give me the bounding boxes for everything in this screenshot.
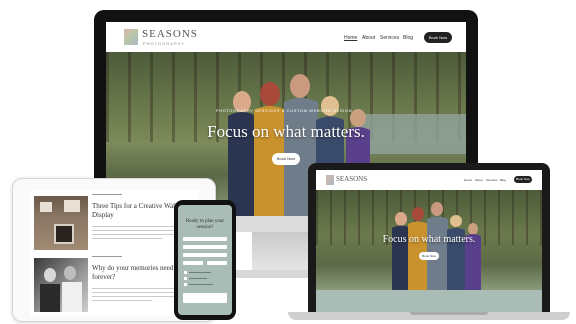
phone-name-field[interactable] [183, 237, 227, 241]
laptop-hero: Focus on what matters. Book Now [316, 190, 542, 290]
phone-time-field[interactable] [207, 261, 227, 265]
laptop-nav-blog[interactable]: Blog [500, 178, 506, 182]
phone-checkbox-label [189, 284, 213, 285]
phone-screen: Ready to plan your session? [178, 205, 232, 315]
phone-date-field[interactable] [183, 261, 203, 265]
phone-checkbox[interactable] [184, 283, 187, 286]
laptop-screen: SEASONS Home About Services Blog Book No… [316, 170, 542, 312]
phone-phone-field[interactable] [183, 253, 227, 257]
book-now-nav-button[interactable]: Book Now [424, 32, 452, 43]
laptop-brand[interactable]: SEASONS [336, 175, 367, 183]
wall-frame-2 [64, 200, 80, 212]
laptop-sage-band [316, 290, 542, 312]
laptop-nav-about[interactable]: About [475, 178, 483, 182]
wall-frame-1 [40, 202, 52, 212]
phone-checkbox[interactable] [184, 277, 187, 280]
nav-about[interactable]: About [362, 35, 375, 41]
person-body-shape [40, 284, 60, 312]
phone-message-field[interactable] [183, 293, 227, 303]
laptop-hero-title: Focus on what matters. [382, 234, 476, 245]
brand-logo[interactable]: SEASONS [142, 28, 198, 40]
post2-text-line [92, 292, 184, 293]
person-body-shape [62, 282, 82, 312]
person-head-shape [64, 266, 76, 280]
laptop-hero-button[interactable]: Book Now [419, 252, 439, 260]
laptop-notch [410, 312, 488, 315]
site-header: SEASONS PHOTOGRAPHY Home About Services … [106, 22, 466, 52]
phone-checkbox-label [189, 272, 211, 273]
laptop-nav-home[interactable]: Home [464, 178, 472, 182]
laptop-logo-icon [326, 175, 334, 185]
hero-title: Focus on what matters. [207, 122, 365, 141]
post2-text-line [92, 300, 152, 301]
person-head-shape [44, 268, 56, 282]
tablet-screen: Three Tips for a Creative Wall Display W… [30, 190, 198, 316]
post1-text-line [92, 230, 186, 231]
brand-sub: PHOTOGRAPHY [143, 41, 186, 46]
fireplace-photo [34, 196, 88, 250]
phone-checkbox[interactable] [184, 271, 187, 274]
logo-mark-icon [124, 29, 138, 45]
hero-book-now-button[interactable]: Book Now [272, 153, 300, 165]
phone-email-field[interactable] [183, 245, 227, 249]
hero-eyebrow: PHOTOGRAPHY SERVICES & CUSTOM WEBSITE DE… [215, 108, 353, 113]
nav-blog[interactable]: Blog [403, 35, 413, 41]
post2-category [92, 256, 122, 257]
nav-home[interactable]: Home [344, 35, 357, 41]
laptop-book-now-button[interactable]: Book Now [514, 176, 532, 183]
vintage-couple-photo [34, 258, 88, 312]
phone-checkbox-label [189, 278, 207, 279]
post1-text-line [92, 238, 162, 239]
post1-category [92, 194, 122, 195]
nav-services[interactable]: Services [380, 35, 399, 41]
laptop-family-photo [392, 202, 481, 290]
fireplace-shape [54, 224, 74, 244]
laptop-nav-services[interactable]: Services [486, 178, 498, 182]
phone-form-title: Ready to plan your session? [185, 219, 225, 230]
laptop-header: SEASONS Home About Services Blog Book No… [316, 170, 542, 190]
